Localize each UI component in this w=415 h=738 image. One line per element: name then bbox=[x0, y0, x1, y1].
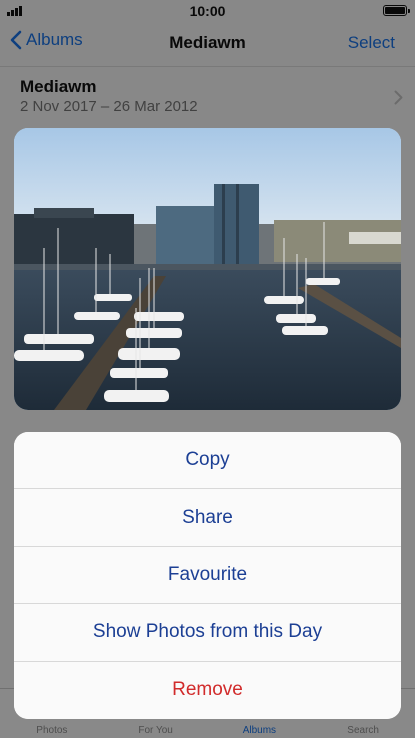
show-photos-from-day-action[interactable]: Show Photos from this Day bbox=[14, 604, 401, 662]
photo-preview[interactable] bbox=[14, 128, 401, 410]
copy-action[interactable]: Copy bbox=[14, 432, 401, 490]
remove-action[interactable]: Remove bbox=[14, 661, 401, 719]
action-sheet: Copy Share Favourite Show Photos from th… bbox=[14, 432, 401, 719]
share-action[interactable]: Share bbox=[14, 489, 401, 547]
harbour-photo bbox=[14, 128, 401, 410]
favourite-action[interactable]: Favourite bbox=[14, 546, 401, 605]
